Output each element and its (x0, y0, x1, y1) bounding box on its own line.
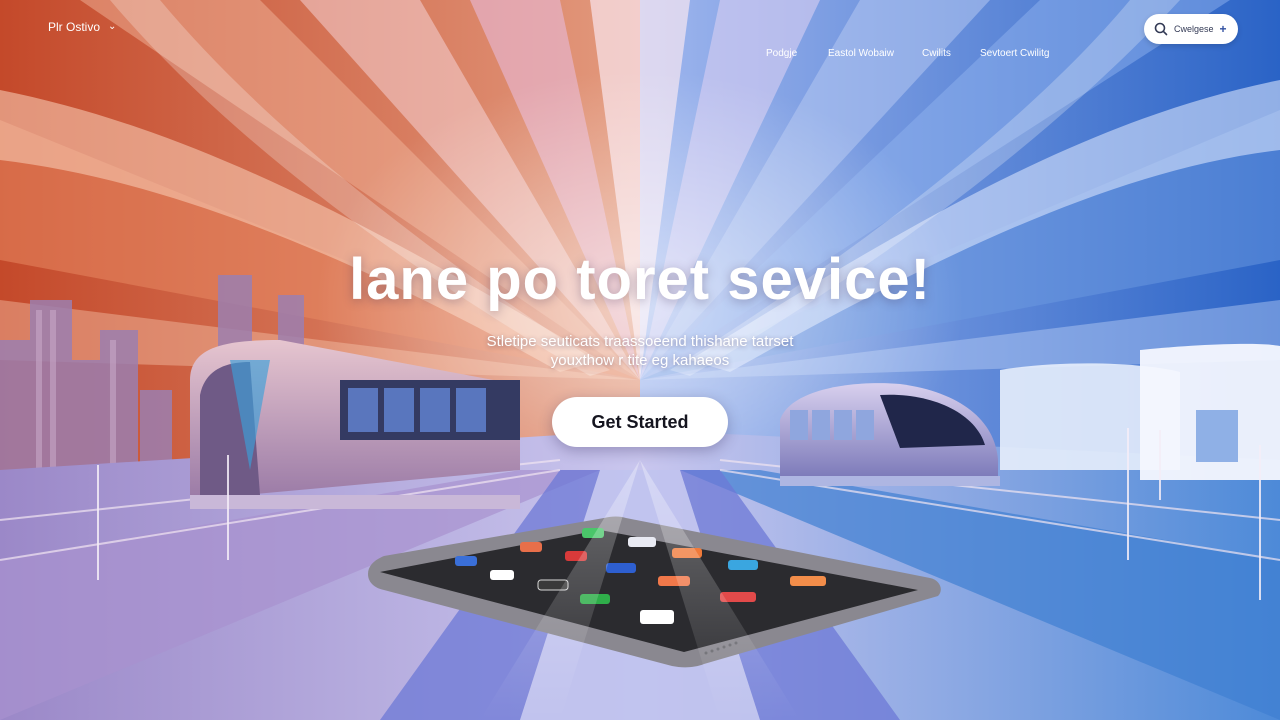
brand-label: Plr Ostivo (48, 20, 101, 34)
plus-icon: + (1219, 22, 1227, 36)
chevron-down-icon: ⌄ (108, 20, 117, 32)
landing-page: Plr Ostivo ⌄ Podgje Eastol Wobaiw Cwilit… (0, 0, 1280, 720)
search-button[interactable]: Cwelgese + (1144, 14, 1238, 44)
hero-headline: lane po toret sevice! (349, 247, 931, 312)
nav-item-4[interactable]: Sevtoert Cwilitg (980, 48, 1049, 59)
nav-item-1[interactable]: Podgje (766, 48, 797, 59)
search-label: Cwelgese (1174, 24, 1214, 34)
brand-menu[interactable]: Plr Ostivo ⌄ (48, 20, 116, 34)
search-icon (1154, 22, 1168, 36)
nav-item-3[interactable]: Cwilits (922, 48, 951, 59)
get-started-button[interactable]: Get Started (552, 397, 728, 447)
hero-subtitle-line-1: Stletipe seuticats traassoeend thishane … (486, 333, 794, 350)
nav-item-2[interactable]: Eastol Wobaiw (828, 48, 894, 59)
hero-subtitle: Stletipe seuticats traassoeend thishane … (0, 332, 1280, 370)
hero-subtitle-line-2: youxthow r tite eg kahaeos (550, 352, 730, 369)
